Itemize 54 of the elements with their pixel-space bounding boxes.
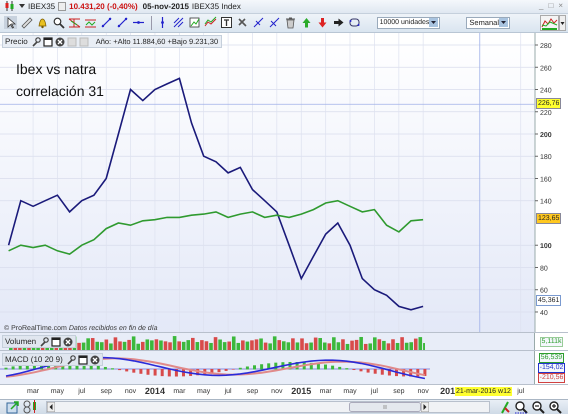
crossed-lines-icon[interactable] bbox=[172, 16, 186, 30]
close-icon[interactable] bbox=[63, 336, 74, 346]
search-icon[interactable] bbox=[52, 16, 65, 30]
text-icon[interactable] bbox=[220, 16, 234, 30]
wrench-icon[interactable] bbox=[30, 36, 41, 46]
caret-icon[interactable] bbox=[499, 18, 508, 28]
panel-title: Precio bbox=[5, 37, 28, 46]
candlestick-icon[interactable] bbox=[23, 400, 39, 414]
panel-title: Volumen bbox=[5, 337, 36, 346]
horizontal-scrollbar[interactable] bbox=[46, 401, 490, 413]
panel-title: MACD (10 20 9) bbox=[5, 355, 63, 364]
quote-label: 10.431,20 (-0,40%) bbox=[69, 2, 138, 11]
cross-icon[interactable] bbox=[252, 16, 266, 30]
zoom-fit-icon[interactable] bbox=[514, 400, 528, 414]
date-label: 05-nov-2015 bbox=[142, 2, 189, 11]
axis-tick-label: 2014 bbox=[144, 386, 165, 397]
window-icon[interactable] bbox=[42, 36, 53, 46]
symbol-label: IBEX35 bbox=[28, 2, 56, 11]
zoom-out-icon[interactable] bbox=[531, 400, 545, 414]
scroll-left-icon[interactable] bbox=[47, 402, 55, 412]
zoom-in-icon[interactable] bbox=[548, 400, 562, 414]
close-button[interactable]: × bbox=[557, 2, 564, 10]
window-icon[interactable] bbox=[51, 336, 62, 346]
axis-tick-label: 201 bbox=[440, 386, 456, 397]
loop-icon[interactable] bbox=[348, 16, 362, 30]
down-arrow-icon[interactable] bbox=[316, 16, 330, 30]
restore-button[interactable]: □ bbox=[547, 2, 554, 10]
line-icon[interactable] bbox=[116, 16, 129, 30]
chart-type-icon[interactable] bbox=[540, 14, 566, 31]
caret-icon[interactable] bbox=[19, 4, 25, 9]
line-icon[interactable] bbox=[100, 16, 113, 30]
ruler-icon[interactable] bbox=[20, 16, 33, 30]
export-icon[interactable] bbox=[6, 400, 20, 414]
trash-icon[interactable] bbox=[284, 16, 298, 30]
bell-icon[interactable] bbox=[36, 16, 49, 30]
axis-tick-label: 2015 bbox=[291, 386, 312, 397]
instrument-label: IBEX35 Index bbox=[192, 2, 241, 11]
minimize-button[interactable]: _ bbox=[538, 2, 544, 10]
chart-icon[interactable] bbox=[188, 16, 202, 30]
triangle-lines-icon[interactable] bbox=[68, 16, 81, 30]
scroll-right-icon[interactable] bbox=[421, 402, 429, 412]
caret-icon[interactable] bbox=[429, 18, 438, 28]
chart-note: Ibex vs natra bbox=[16, 61, 98, 77]
close-icon[interactable] bbox=[90, 354, 100, 364]
pointer-icon[interactable] bbox=[4, 16, 17, 30]
right-arrow-icon[interactable] bbox=[332, 16, 346, 30]
candlestick-icon[interactable] bbox=[4, 0, 16, 12]
scroll-thumb[interactable] bbox=[349, 402, 421, 412]
wrench-icon[interactable] bbox=[39, 336, 50, 346]
wrench-icon[interactable] bbox=[66, 354, 76, 364]
window-icon[interactable] bbox=[78, 354, 88, 364]
crossed-line-icon[interactable] bbox=[268, 16, 282, 30]
close-icon[interactable] bbox=[54, 36, 65, 46]
chart-note: correlación 31 bbox=[16, 83, 104, 99]
